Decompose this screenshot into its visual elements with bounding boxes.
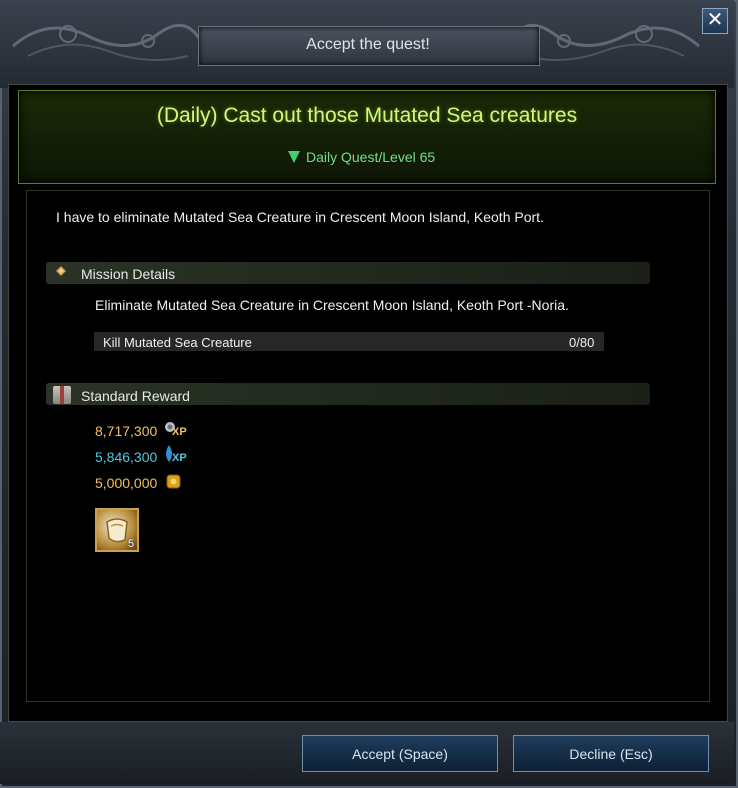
reward-silver: 5,000,000 <box>95 475 157 491</box>
dialog-title: Accept the quest! <box>306 36 430 53</box>
contribution-xp-tag: XP <box>172 452 187 464</box>
quest-subtitle: Daily Quest/Level 65 <box>306 149 436 165</box>
accept-button[interactable]: Accept (Space) <box>302 735 498 772</box>
mission-diamond-icon <box>56 266 66 276</box>
mission-description: Eliminate Mutated Sea Creature in Cresce… <box>95 297 569 313</box>
quest-marker-icon <box>288 151 300 163</box>
close-icon: ✕ <box>706 9 724 31</box>
silver-coin-icon <box>166 474 181 489</box>
close-button[interactable]: ✕ <box>702 8 728 34</box>
reward-silver-value: 5,000,000 <box>95 475 158 491</box>
quest-description: I have to eliminate Mutated Sea Creature… <box>56 209 544 225</box>
gift-icon <box>53 386 71 404</box>
reward-item-count: 5 <box>128 538 135 550</box>
reward-contribution-xp-value: 5,846,300 <box>95 449 158 465</box>
mission-details-label: Mission Details <box>81 266 176 282</box>
quest-type-level: Daily Quest/Level 65 <box>288 149 435 165</box>
skill-xp-tag: XP <box>172 426 187 438</box>
quest-title: (Daily) Cast out those Mutated Sea creat… <box>156 104 578 127</box>
standard-reward-label: Standard Reward <box>81 388 190 404</box>
objective-label: Kill Mutated Sea Creature <box>103 335 252 350</box>
reward-skill-xp: 8,717,300 <box>95 423 157 439</box>
ornament-left-icon <box>12 24 205 61</box>
decline-button[interactable]: Decline (Esc) <box>513 735 709 772</box>
objective-count: 0/80 <box>569 335 595 350</box>
reward-contribution-xp: 5,846,300 <box>95 449 157 465</box>
reward-skill-xp-value: 8,717,300 <box>95 423 158 439</box>
